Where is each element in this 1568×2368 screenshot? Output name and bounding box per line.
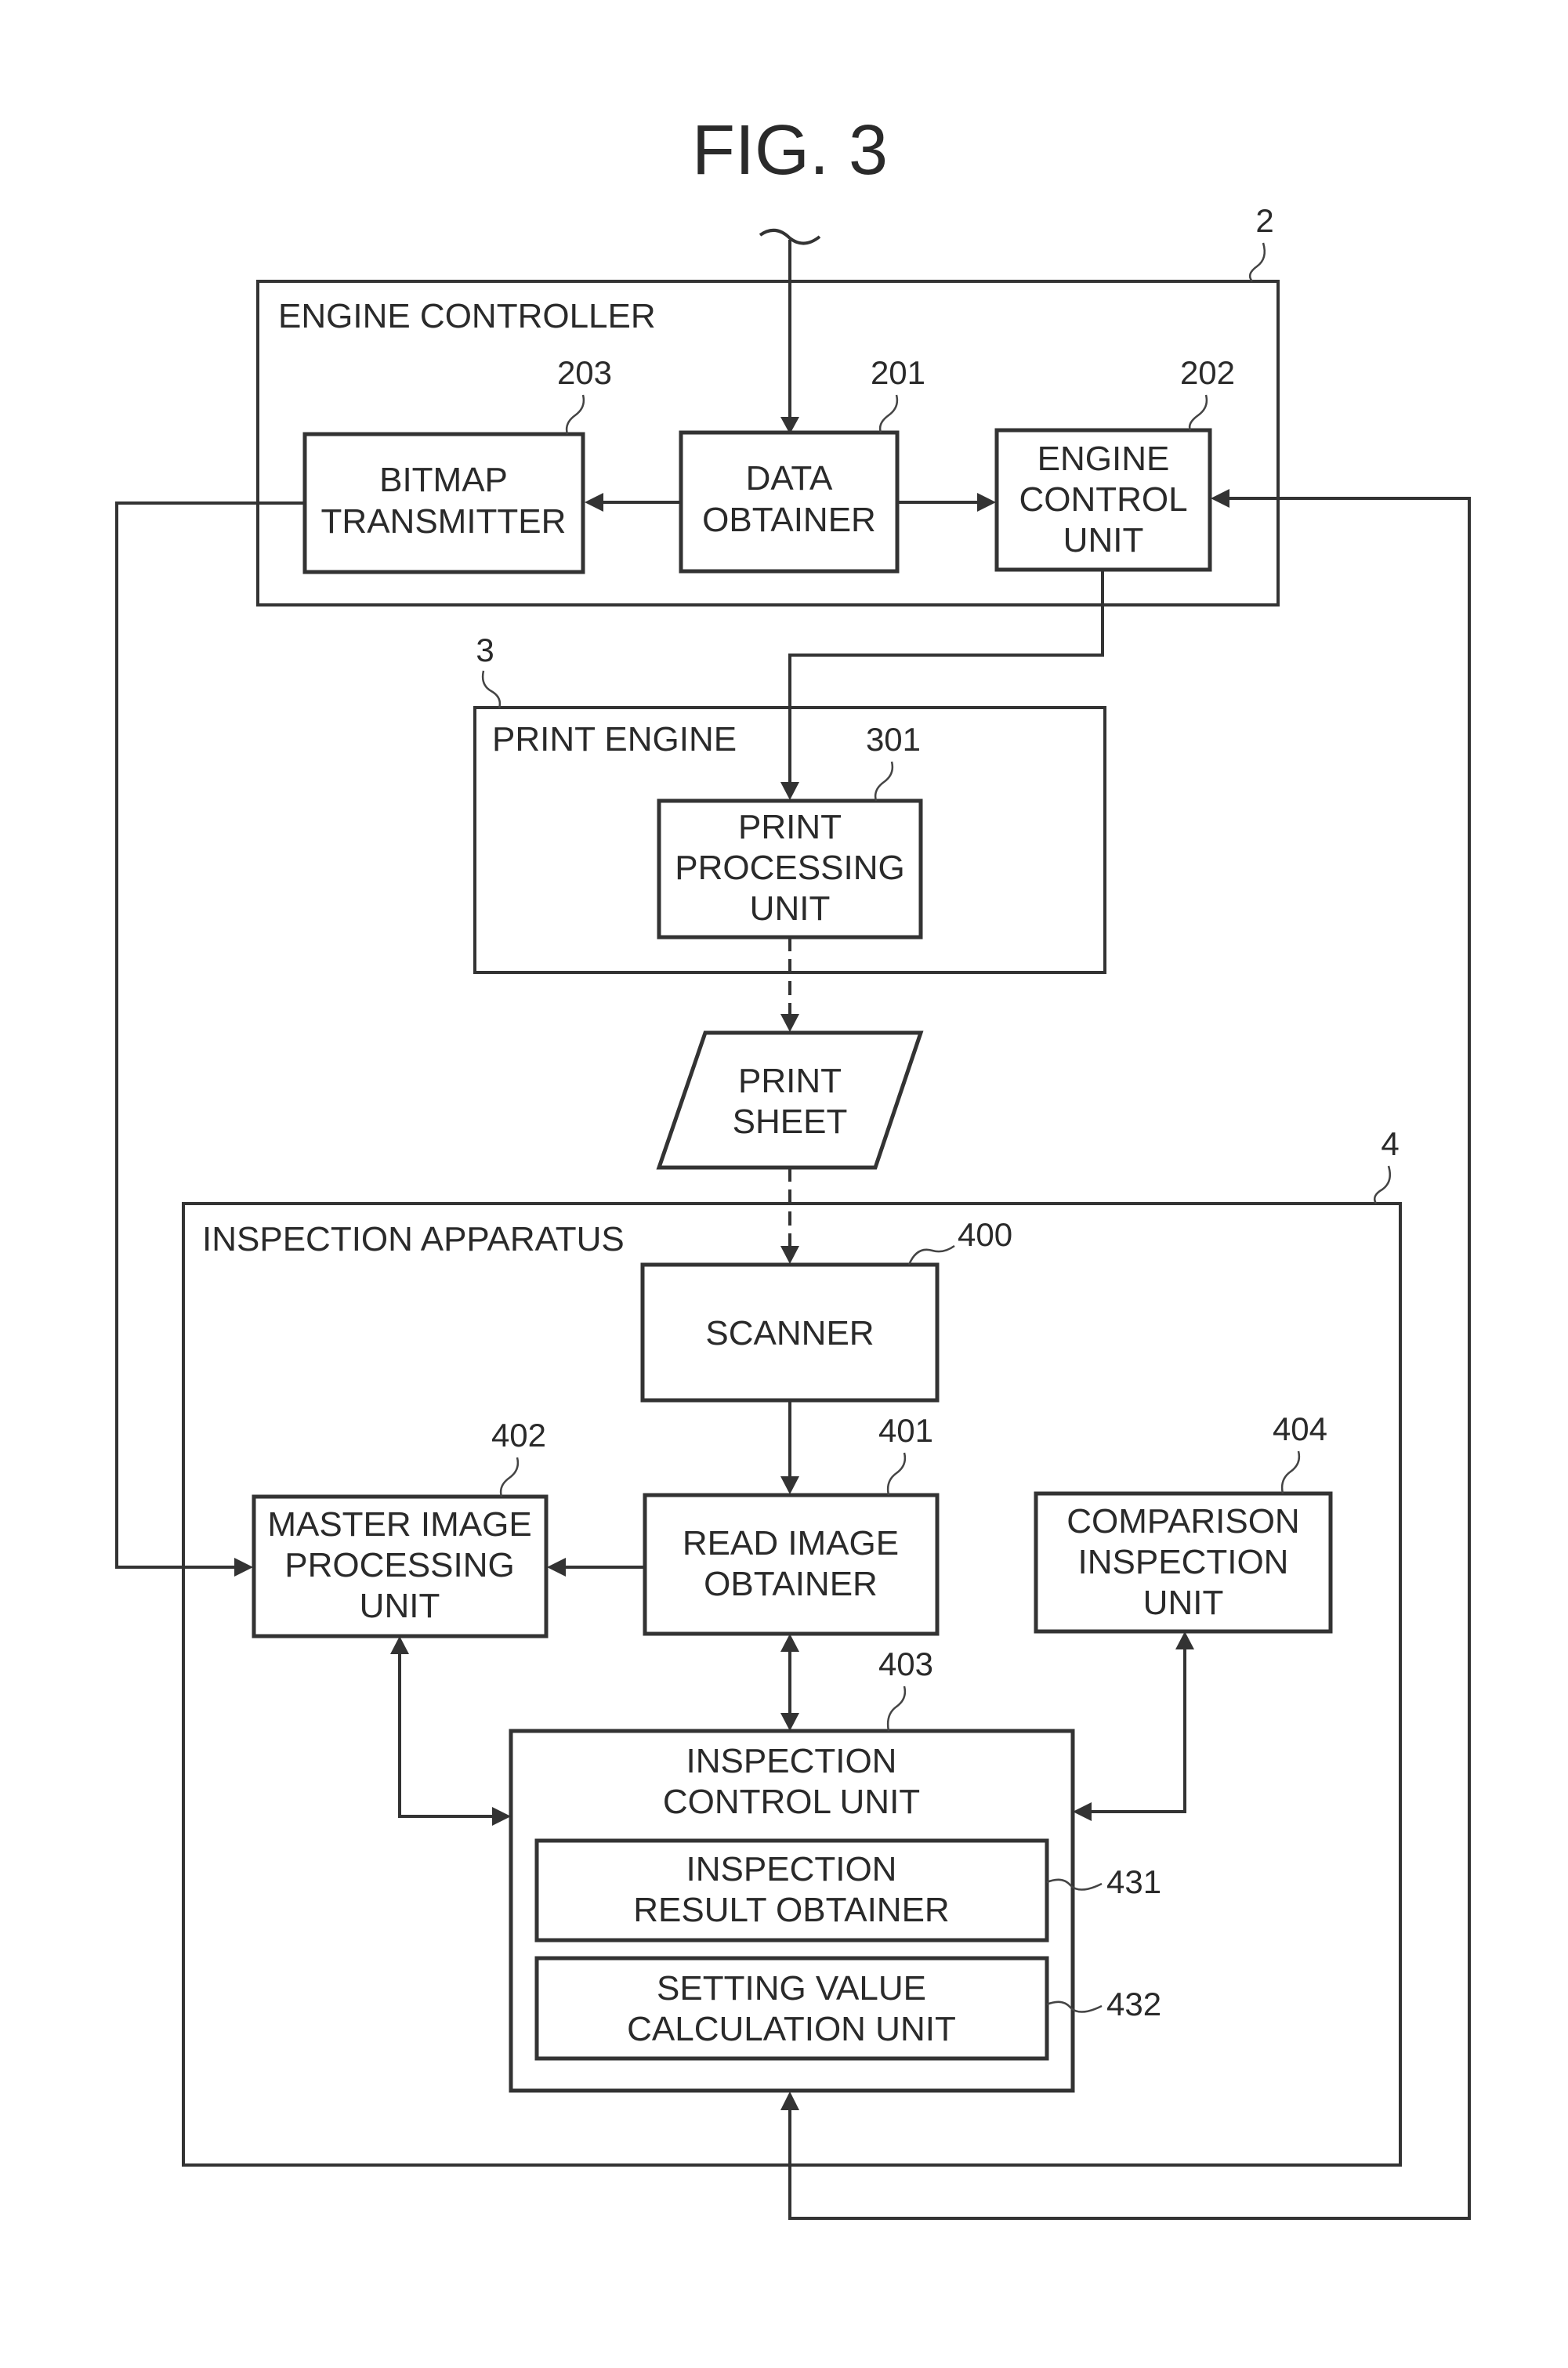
engine-control-unit-ref: 202 [1180, 354, 1235, 391]
inspection-result-obtainer-line-1: INSPECTION [686, 1850, 897, 1888]
comparison-control-bidir-line [1090, 1649, 1186, 1813]
read-control-down-arrowhead [780, 1713, 799, 1731]
master-image-processing-unit-leader [499, 1457, 520, 1497]
engine-controller-ref: 2 [1255, 202, 1273, 239]
master-control-right-arrowhead [492, 1807, 511, 1826]
read-control-up-arrowhead [780, 1634, 799, 1652]
data-obtainer-ref: 201 [871, 354, 925, 391]
scanner-to-read-arrowhead [780, 1476, 799, 1494]
print-engine-label: PRINT ENGINE [492, 720, 737, 759]
engine-controller-leader [1248, 242, 1266, 282]
engine-control-unit-line-3: UNIT [1063, 521, 1144, 559]
inspection-apparatus-ref: 4 [1381, 1125, 1399, 1162]
sheet-to-scanner-arrowhead [780, 1246, 799, 1264]
data-obtainer-leader [878, 394, 899, 433]
engine-control-unit-line-1: ENGINE [1037, 440, 1170, 478]
feedback-to-engine-control-arrowhead [1211, 489, 1229, 508]
print-processing-unit-line-3: UNIT [750, 889, 831, 928]
data-to-bitmap-arrowhead [585, 493, 603, 512]
print-processing-unit-leader [874, 761, 894, 802]
read-image-obtainer-line-2: OBTAINER [704, 1565, 878, 1603]
comparison-inspection-unit-line-3: UNIT [1143, 1584, 1224, 1622]
inspection-control-unit-line-1: INSPECTION [686, 1742, 897, 1780]
block-diagram: .ah { fill: #333; } FIG. 3 ENGINE CONTRO… [115, 111, 1471, 2220]
comparison-control-left-arrowhead [1073, 1802, 1092, 1821]
bitmap-to-master-line [115, 501, 305, 1569]
print-sheet-shape [656, 1030, 924, 1170]
print-sheet-line-1: PRINT [738, 1062, 842, 1100]
print-engine-leader [481, 670, 502, 709]
data-to-engine-control-arrowhead [977, 493, 996, 512]
comparison-control-up-arrowhead [1175, 1631, 1194, 1649]
inspection-apparatus-label: INSPECTION APPARATUS [202, 1220, 625, 1258]
print-processing-unit-ref: 301 [866, 721, 921, 758]
engine-control-to-print-arrowhead [780, 782, 799, 800]
master-control-up-arrowhead [390, 1636, 409, 1654]
setting-value-calculation-unit-line-1: SETTING VALUE [657, 1969, 926, 2008]
comparison-inspection-unit-line-2: INSPECTION [1078, 1543, 1289, 1581]
engine-control-unit-leader [1188, 394, 1208, 431]
print-to-sheet-arrowhead [780, 1014, 799, 1032]
comparison-inspection-unit-leader [1280, 1450, 1301, 1494]
inspection-apparatus-leader [1374, 1165, 1391, 1204]
inspection-result-obtainer-line-2: RESULT OBTAINER [633, 1891, 949, 1929]
read-image-obtainer-line-1: READ IMAGE [683, 1524, 899, 1562]
engine-controller-label: ENGINE CONTROLLER [278, 297, 656, 335]
master-control-bidir-line [398, 1653, 494, 1818]
bitmap-transmitter-line-1: BITMAP [379, 461, 508, 499]
master-image-processing-unit-line-1: MASTER IMAGE [267, 1505, 531, 1544]
print-sheet-line-2: SHEET [733, 1103, 848, 1141]
scanner-leader [907, 1244, 955, 1265]
comparison-inspection-unit-ref: 404 [1273, 1410, 1327, 1447]
print-processing-unit-line-1: PRINT [738, 808, 842, 846]
feedback-to-inspection-control-arrowhead [780, 2091, 799, 2110]
inspection-result-obtainer-ref: 431 [1106, 1863, 1161, 1900]
master-image-processing-unit-line-3: UNIT [360, 1587, 440, 1625]
data-obtainer-line-2: OBTAINER [702, 501, 876, 539]
bitmap-transmitter-line-2: TRANSMITTER [321, 502, 567, 541]
bitmap-transmitter-leader [565, 394, 585, 435]
bitmap-to-master-arrowhead [234, 1558, 253, 1577]
bitmap-transmitter-ref: 203 [557, 354, 612, 391]
inspection-control-unit-leader [886, 1685, 907, 1732]
read-to-master-arrowhead [547, 1558, 566, 1577]
data-obtainer-line-1: DATA [746, 459, 833, 498]
read-image-obtainer-ref: 401 [878, 1412, 933, 1449]
figure-title: FIG. 3 [692, 111, 888, 190]
inspection-control-unit-ref: 403 [878, 1646, 933, 1682]
master-image-processing-unit-line-2: PROCESSING [284, 1546, 514, 1584]
print-processing-unit-line-2: PROCESSING [675, 849, 904, 887]
comparison-inspection-unit-line-1: COMPARISON [1066, 1502, 1299, 1541]
scanner-label: SCANNER [705, 1314, 874, 1352]
master-image-processing-unit-ref: 402 [491, 1417, 546, 1454]
inspection-control-unit-line-2: CONTROL UNIT [663, 1783, 920, 1821]
engine-control-unit-line-2: CONTROL [1019, 480, 1187, 519]
setting-value-calculation-unit-ref: 432 [1106, 1986, 1161, 2022]
scanner-ref: 400 [958, 1216, 1012, 1253]
engine-control-to-print-line [788, 570, 1104, 784]
print-engine-ref: 3 [476, 632, 494, 668]
setting-value-calculation-unit-line-2: CALCULATION UNIT [627, 2010, 956, 2048]
read-image-obtainer-leader [886, 1452, 907, 1496]
